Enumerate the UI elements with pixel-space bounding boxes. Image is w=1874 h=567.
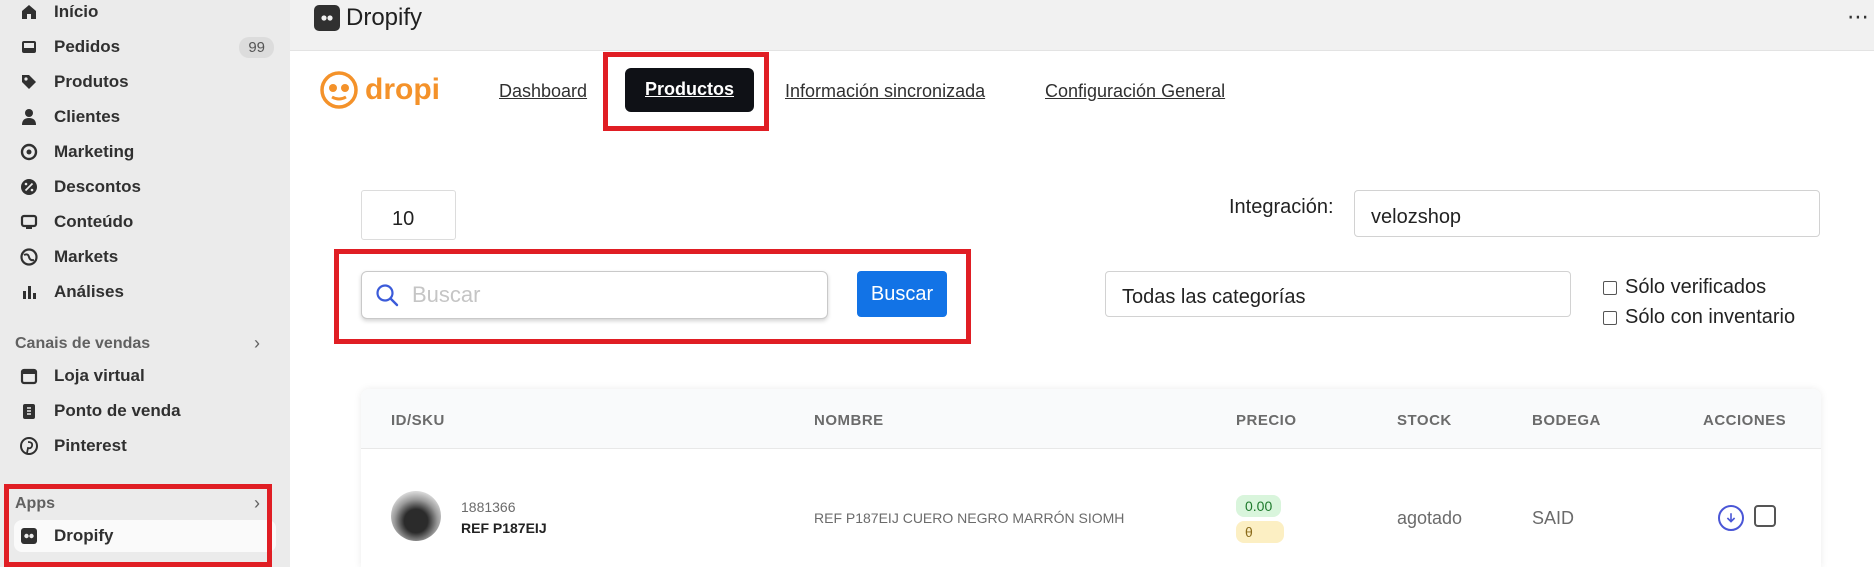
tab-configuracion-general[interactable]: Configuración General [1045,81,1225,102]
dropi-logo-icon [320,71,358,109]
sidebar-item-pinterest[interactable]: Pinterest [14,430,276,462]
discount-icon [18,176,40,198]
search-field[interactable] [361,271,828,319]
table-header: ID/SKU NOMBRE PRECIO STOCK BODEGA ACCION… [361,389,1821,449]
person-icon [18,106,40,128]
download-icon[interactable] [1718,505,1744,531]
sidebar-item-clientes[interactable]: Clientes [14,101,276,133]
product-id: 1881366 [461,499,516,515]
target-icon [18,141,40,163]
checkbox-label: Sólo verificados [1625,276,1767,298]
inventory-only-checkbox[interactable]: Sólo con inventario [1603,306,1795,329]
sidebar-item-dropify[interactable]: Dropify [14,520,276,552]
app-title-text: Dropify [346,4,423,31]
sidebar-item-label: Produtos [54,72,129,91]
price-secondary-badge: θ [1236,521,1284,543]
product-thumbnail [391,491,441,541]
column-header-precio: PRECIO [1236,412,1297,429]
checkbox-box[interactable] [1603,280,1617,295]
column-header-acciones: ACCIONES [1703,412,1787,429]
sidebar-item-label: Pedidos [54,37,121,56]
inbox-icon [18,36,40,58]
column-header-id-sku: ID/SKU [391,412,445,429]
sidebar-item-label: Markets [54,247,119,266]
sidebar-item-descontos[interactable]: Descontos [14,171,276,203]
sidebar-item-label: Ponto de venda [54,401,181,420]
content-icon [18,211,40,233]
sidebar-item-label: Clientes [54,107,121,126]
search-button[interactable]: Buscar [857,271,947,317]
sidebar-item-loja-virtual[interactable]: Loja virtual [14,360,276,392]
sidebar-item-label: Pinterest [54,436,127,455]
sidebar-item-label: Conteúdo [54,212,134,231]
section-title-label: Canais de vendas [15,334,151,352]
sidebar-item-label: Descontos [54,177,141,196]
dropify-app-icon [314,5,340,31]
tag-icon [18,71,40,93]
sidebar-item-marketing[interactable]: Marketing [14,136,276,168]
pos-icon [18,400,40,422]
apps-section[interactable]: Apps › [15,493,260,514]
search-input[interactable] [412,282,792,308]
search-icon [376,284,399,307]
verified-only-checkbox[interactable]: Sólo verificados [1603,276,1766,299]
orders-count-badge: 99 [239,37,274,58]
app-title-bar: Dropify ⋯ [290,0,1874,51]
checkbox-label: Sólo con inventario [1625,306,1796,328]
price-badge: 0.00 [1236,495,1282,517]
tab-informacion-sincronizada[interactable]: Información sincronizada [785,81,985,102]
product-name: REF P187EIJ CUERO NEGRO MARRÓN SIOMH [814,510,1125,526]
tab-productos[interactable]: Productos [625,68,755,112]
sidebar-item-label: Análises [54,282,124,301]
sidebar-item-ponto-de-venda[interactable]: Ponto de venda [14,395,276,427]
stock-status: agotado [1397,508,1463,528]
sidebar-item-inicio[interactable]: Início [14,0,276,28]
tab-dashboard[interactable]: Dashboard [499,81,587,102]
column-header-bodega: BODEGA [1532,412,1601,429]
products-table: ID/SKU NOMBRE PRECIO STOCK BODEGA ACCION… [361,389,1821,567]
chevron-right-icon: › [254,333,260,353]
more-options-icon[interactable]: ⋯ [1847,4,1870,30]
admin-sidebar: Início Pedidos 99 Produtos Clientes Mark… [0,0,290,567]
app-title: Dropify [314,4,422,32]
globe-icon [18,246,40,268]
sidebar-item-markets[interactable]: Markets [14,241,276,273]
store-icon [18,365,40,387]
sidebar-item-produtos[interactable]: Produtos [14,66,276,98]
home-icon [18,1,40,23]
sidebar-item-label: Início [54,2,99,21]
checkbox-box[interactable] [1603,310,1617,325]
sidebar-item-analises[interactable]: Análises [14,276,276,308]
section-title-label: Apps [15,494,55,512]
bar-chart-icon [18,281,40,303]
sidebar-item-label: Dropify [54,526,114,545]
dropi-logo-text: dropi [365,73,440,106]
product-sku: REF P187EIJ [461,520,547,536]
sidebar-item-conteudo[interactable]: Conteúdo [14,206,276,238]
chevron-right-icon: › [254,493,260,513]
integration-label: Integración: [1229,196,1334,218]
select-row-checkbox[interactable] [1754,505,1776,527]
pinterest-icon [18,435,40,457]
category-select[interactable]: Todas las categorías [1105,271,1571,317]
dropi-logo: dropi [319,70,440,110]
column-header-nombre: NOMBRE [814,412,884,429]
sales-channels-section[interactable]: Canais de vendas › [15,333,260,354]
sidebar-item-pedidos[interactable]: Pedidos 99 [14,31,276,63]
per-page-select[interactable]: 10 [361,190,456,240]
sidebar-item-label: Marketing [54,142,135,161]
dropify-app-icon [18,525,40,547]
warehouse: SAID [1532,508,1575,528]
column-header-stock: STOCK [1397,412,1452,429]
integration-select[interactable]: velozshop [1354,190,1820,237]
sidebar-item-label: Loja virtual [54,366,145,385]
